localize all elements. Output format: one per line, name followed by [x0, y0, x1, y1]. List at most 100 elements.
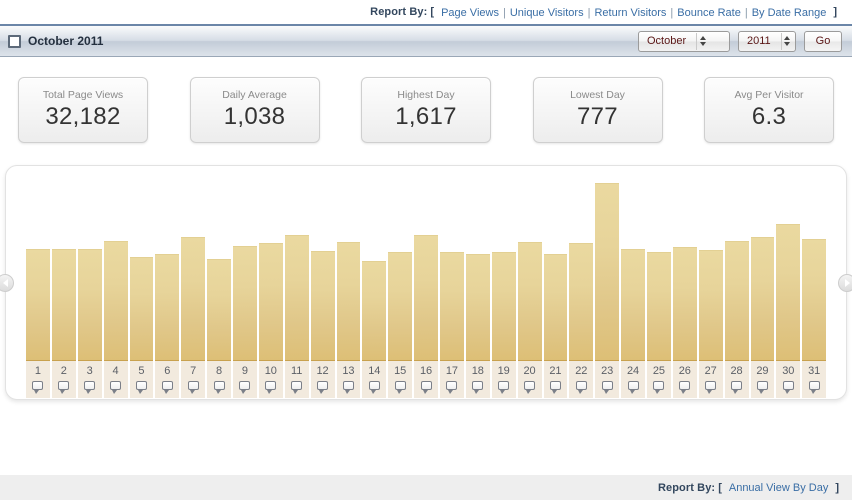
- bar[interactable]: [77, 249, 102, 360]
- comment-bubble-icon[interactable]: [32, 381, 44, 394]
- bar-column[interactable]: 14: [362, 167, 387, 398]
- bar-column[interactable]: 24: [621, 167, 645, 398]
- bar[interactable]: [284, 235, 309, 360]
- comment-bubble-icon[interactable]: [317, 381, 329, 394]
- bar[interactable]: [724, 241, 749, 360]
- bar[interactable]: [595, 183, 620, 360]
- day-cell[interactable]: 23: [595, 360, 620, 398]
- comment-bubble-icon[interactable]: [84, 381, 96, 394]
- bar[interactable]: [776, 224, 801, 360]
- day-cell[interactable]: 16: [414, 360, 438, 398]
- comment-bubble-icon[interactable]: [472, 381, 484, 394]
- comment-bubble-icon[interactable]: [808, 381, 820, 394]
- bar[interactable]: [465, 254, 490, 360]
- bar-column[interactable]: 12: [310, 167, 335, 398]
- day-cell[interactable]: 12: [310, 360, 335, 398]
- bar[interactable]: [621, 249, 645, 360]
- day-cell[interactable]: 6: [155, 360, 180, 398]
- comment-bubble-icon[interactable]: [265, 381, 277, 394]
- day-cell[interactable]: 20: [517, 360, 542, 398]
- day-cell[interactable]: 15: [388, 360, 413, 398]
- comment-bubble-icon[interactable]: [679, 381, 691, 394]
- bar[interactable]: [569, 243, 594, 360]
- report-by-link-return-visitors[interactable]: Return Visitors: [590, 7, 670, 19]
- bar-column[interactable]: 16: [414, 167, 438, 398]
- bar[interactable]: [155, 254, 180, 360]
- comment-bubble-icon[interactable]: [627, 381, 639, 394]
- month-select[interactable]: October: [638, 30, 730, 52]
- go-button[interactable]: Go: [804, 30, 842, 52]
- bar[interactable]: [543, 254, 568, 360]
- bar-column[interactable]: 21: [543, 167, 568, 398]
- bar-column[interactable]: 2: [51, 167, 76, 398]
- bar[interactable]: [517, 242, 542, 360]
- bar-column[interactable]: 5: [129, 167, 154, 398]
- bar[interactable]: [26, 249, 50, 360]
- day-cell[interactable]: 11: [284, 360, 309, 398]
- bar-column[interactable]: 28: [724, 167, 749, 398]
- comment-bubble-icon[interactable]: [187, 381, 199, 394]
- bar[interactable]: [802, 239, 827, 360]
- comment-bubble-icon[interactable]: [291, 381, 303, 394]
- bar[interactable]: [440, 252, 464, 360]
- bar[interactable]: [362, 261, 387, 360]
- bar-column[interactable]: 11: [284, 167, 309, 398]
- comment-bubble-icon[interactable]: [575, 381, 587, 394]
- comment-bubble-icon[interactable]: [705, 381, 717, 394]
- bar[interactable]: [233, 246, 257, 360]
- day-cell[interactable]: 13: [336, 360, 361, 398]
- day-cell[interactable]: 29: [750, 360, 775, 398]
- comment-bubble-icon[interactable]: [239, 381, 251, 394]
- bar[interactable]: [51, 249, 76, 360]
- comment-bubble-icon[interactable]: [601, 381, 613, 394]
- day-cell[interactable]: 24: [621, 360, 645, 398]
- day-cell[interactable]: 28: [724, 360, 749, 398]
- bar-column[interactable]: 17: [440, 167, 464, 398]
- comment-bubble-icon[interactable]: [58, 381, 70, 394]
- year-select[interactable]: 2011: [738, 30, 796, 52]
- day-cell[interactable]: 8: [207, 360, 231, 398]
- bar-column[interactable]: 31: [802, 167, 827, 398]
- bar[interactable]: [647, 252, 671, 360]
- bar[interactable]: [129, 257, 154, 360]
- bar-column[interactable]: 30: [776, 167, 801, 398]
- comment-bubble-icon[interactable]: [161, 381, 173, 394]
- bar-column[interactable]: 29: [750, 167, 775, 398]
- bar-column[interactable]: 25: [647, 167, 671, 398]
- comment-bubble-icon[interactable]: [110, 381, 122, 394]
- comment-bubble-icon[interactable]: [782, 381, 794, 394]
- comment-bubble-icon[interactable]: [653, 381, 665, 394]
- bar-column[interactable]: 1: [26, 167, 50, 398]
- bar-column[interactable]: 10: [258, 167, 283, 398]
- annual-view-by-day-link[interactable]: Annual View By Day: [725, 482, 832, 494]
- bar[interactable]: [103, 241, 128, 360]
- comment-bubble-icon[interactable]: [368, 381, 380, 394]
- comment-bubble-icon[interactable]: [135, 381, 147, 394]
- comment-bubble-icon[interactable]: [731, 381, 743, 394]
- bar-column[interactable]: 13: [336, 167, 361, 398]
- report-by-link-by-date-range[interactable]: By Date Range: [748, 7, 831, 19]
- bar-column[interactable]: 19: [491, 167, 516, 398]
- bar[interactable]: [310, 251, 335, 360]
- day-cell[interactable]: 5: [129, 360, 154, 398]
- day-cell[interactable]: 10: [258, 360, 283, 398]
- bar[interactable]: [698, 250, 723, 360]
- comment-bubble-icon[interactable]: [549, 381, 561, 394]
- report-by-link-unique-visitors[interactable]: Unique Visitors: [506, 7, 588, 19]
- day-cell[interactable]: 1: [26, 360, 50, 398]
- day-cell[interactable]: 14: [362, 360, 387, 398]
- comment-bubble-icon[interactable]: [342, 381, 354, 394]
- bar-column[interactable]: 4: [103, 167, 128, 398]
- comment-bubble-icon[interactable]: [498, 381, 510, 394]
- bar-column[interactable]: 22: [569, 167, 594, 398]
- bar[interactable]: [750, 237, 775, 360]
- day-cell[interactable]: 2: [51, 360, 76, 398]
- day-cell[interactable]: 25: [647, 360, 671, 398]
- comment-bubble-icon[interactable]: [524, 381, 536, 394]
- day-cell[interactable]: 21: [543, 360, 568, 398]
- day-cell[interactable]: 19: [491, 360, 516, 398]
- bar-column[interactable]: 3: [77, 167, 102, 398]
- report-by-link-page-views[interactable]: Page Views: [437, 7, 503, 19]
- day-cell[interactable]: 7: [181, 360, 206, 398]
- day-cell[interactable]: 22: [569, 360, 594, 398]
